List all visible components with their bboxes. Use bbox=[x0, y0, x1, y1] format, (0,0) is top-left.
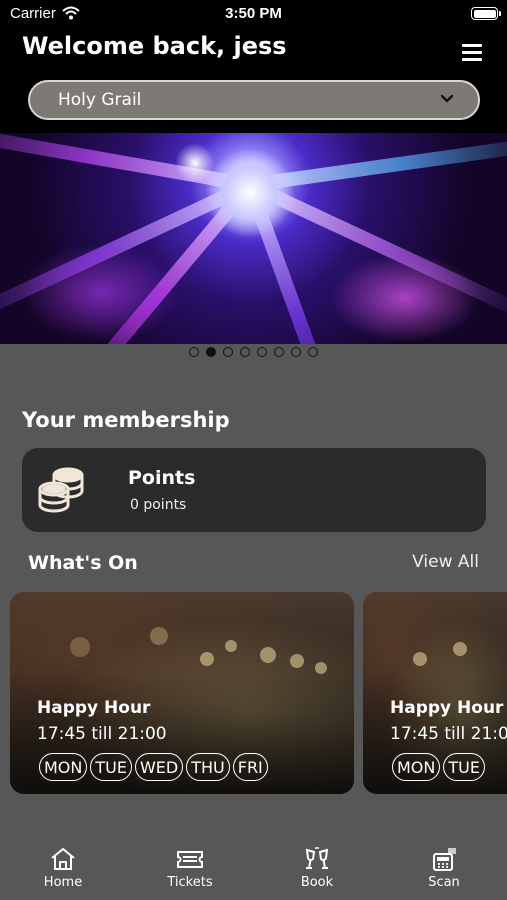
points-value: 0 points bbox=[130, 497, 187, 513]
event-time: 17:45 till 21:00 bbox=[37, 724, 167, 744]
day-chip: FRI bbox=[232, 753, 268, 781]
carousel-dot[interactable] bbox=[223, 347, 233, 357]
day-chip: THU bbox=[186, 753, 230, 781]
coins-icon bbox=[38, 467, 84, 513]
day-chip: TUE bbox=[90, 753, 132, 781]
whats-on-title: What's On bbox=[28, 552, 138, 574]
points-title: Points bbox=[128, 467, 196, 489]
home-icon bbox=[51, 848, 75, 870]
carousel-dot[interactable] bbox=[308, 347, 318, 357]
day-chip: MON bbox=[39, 753, 88, 781]
event-days: MON TUE bbox=[392, 753, 485, 781]
cheers-glasses-icon bbox=[305, 847, 329, 869]
status-time: 3:50 PM bbox=[225, 5, 282, 22]
venue-dropdown[interactable]: Holy Grail bbox=[28, 80, 480, 120]
day-chip: TUE bbox=[443, 753, 485, 781]
carousel-dot[interactable] bbox=[206, 347, 216, 357]
carousel-pagination[interactable] bbox=[0, 347, 507, 359]
status-bar: Carrier 3:50 PM bbox=[0, 0, 507, 28]
ticket-icon bbox=[177, 851, 203, 868]
event-title: Happy Hour bbox=[390, 698, 504, 718]
event-days: MON TUE WED THU FRI bbox=[39, 753, 268, 781]
tab-book[interactable]: Book bbox=[277, 846, 357, 890]
welcome-title: Welcome back, jess bbox=[22, 32, 287, 60]
chevron-down-icon bbox=[440, 94, 454, 103]
carousel-dot[interactable] bbox=[291, 347, 301, 357]
view-all-link[interactable]: View All bbox=[412, 552, 479, 572]
tab-book-label: Book bbox=[300, 875, 334, 890]
venue-selected-value: Holy Grail bbox=[58, 90, 142, 110]
carousel-dot[interactable] bbox=[274, 347, 284, 357]
carousel-dot[interactable] bbox=[257, 347, 267, 357]
battery-icon bbox=[471, 7, 501, 20]
event-card[interactable]: Happy Hour 17:45 till 21:00 MON TUE bbox=[363, 592, 507, 794]
promo-banner-image[interactable] bbox=[0, 133, 507, 344]
register-scan-icon bbox=[433, 848, 456, 871]
points-card[interactable]: Points 0 points bbox=[22, 448, 486, 532]
day-chip: MON bbox=[392, 753, 441, 781]
tab-tickets[interactable]: Tickets bbox=[150, 846, 230, 890]
tab-home[interactable]: Home bbox=[23, 846, 103, 890]
tab-scan-label: Scan bbox=[428, 875, 460, 890]
app-header: Carrier 3:50 PM Welcome back, jess Holy … bbox=[0, 0, 507, 133]
tab-tickets-label: Tickets bbox=[167, 875, 213, 890]
carousel-dot[interactable] bbox=[240, 347, 250, 357]
event-card[interactable]: Happy Hour 17:45 till 21:00 MON TUE WED … bbox=[10, 592, 354, 794]
tab-home-label: Home bbox=[43, 875, 83, 890]
event-title: Happy Hour bbox=[37, 698, 151, 718]
tab-scan[interactable]: Scan bbox=[404, 846, 484, 890]
membership-section-title: Your membership bbox=[22, 408, 230, 432]
carousel-dot[interactable] bbox=[189, 347, 199, 357]
hamburger-menu-icon[interactable] bbox=[462, 44, 484, 62]
bottom-tab-bar: Home Tickets Book Scan bbox=[0, 838, 507, 900]
day-chip: WED bbox=[134, 753, 184, 781]
event-time: 17:45 till 21:00 bbox=[390, 724, 507, 744]
